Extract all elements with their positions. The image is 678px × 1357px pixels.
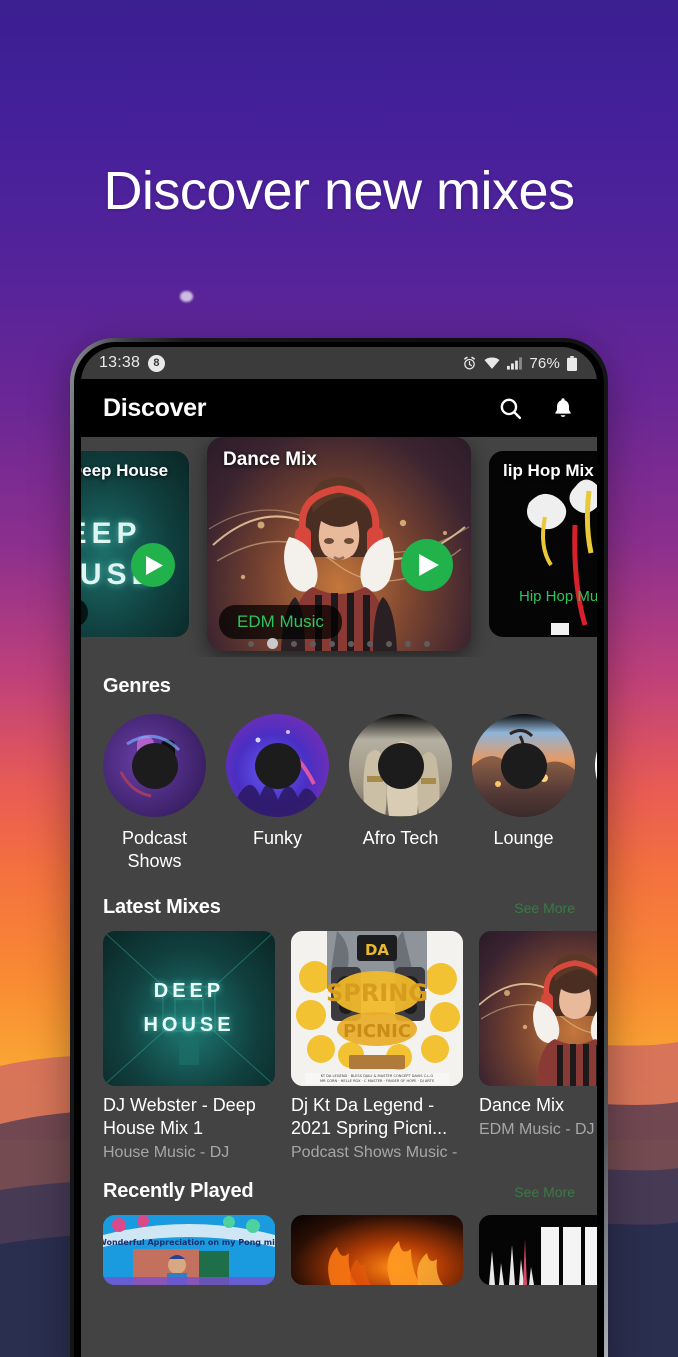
genre-label: Funky (252, 828, 303, 848)
svg-text:SPRING: SPRING (326, 979, 428, 1007)
carousel-card-title: ter - Deep House (81, 461, 169, 480)
genres-list[interactable]: Podcast Shows Funky Afro Tech Lounge (81, 698, 597, 874)
genre-item-partial[interactable] (595, 714, 597, 874)
carousel-card-title: lip Hop Mix 6 (503, 461, 597, 480)
carousel-dot[interactable] (310, 640, 316, 647)
carousel-pagination-dots[interactable] (81, 638, 597, 649)
carousel-dot[interactable] (386, 640, 392, 647)
signal-icon (507, 356, 523, 370)
mix-cover-text: DEEP HOUSE (143, 980, 235, 1037)
mix-card[interactable]: Dance Mix EDM Music - DJ (479, 930, 597, 1162)
latest-mixes-title: Latest Mixes (103, 895, 221, 918)
mix-card[interactable]: DEEP HOUSE DJ Webster - Deep House Mix 1 … (103, 930, 275, 1162)
carousel-dot[interactable] (424, 640, 430, 647)
genre-label: Afro Tech (362, 828, 439, 848)
carousel-dot-active[interactable] (267, 638, 278, 649)
recently-played-card[interactable] (479, 1214, 597, 1285)
wifi-icon (484, 357, 500, 370)
mix-subtitle: House Music - DJ (103, 1143, 230, 1161)
carousel-dot[interactable] (348, 640, 354, 647)
latest-mixes-list[interactable]: DEEP HOUSE DJ Webster - Deep House Mix 1 … (81, 919, 597, 1162)
recently-played-card[interactable] (291, 1214, 463, 1285)
mix-title: DJ Webster - Deep House Mix 1 (103, 1094, 256, 1138)
genre-label: Podcast Shows (121, 828, 188, 872)
battery-icon (567, 355, 577, 371)
status-bar: 13:38 8 76% (81, 347, 597, 379)
mix-card[interactable]: DA SPRING PICNIC KT DA LEGEND · BLESS DJ… (291, 930, 463, 1162)
genre-thumbnail (103, 714, 206, 817)
mix-cover-dance-mix (479, 930, 597, 1086)
decorative-bubble (180, 291, 193, 302)
alarm-icon (462, 356, 477, 371)
app-bar: Discover (81, 379, 597, 437)
genre-thumbnail (349, 714, 452, 817)
app-bar-title: Discover (103, 393, 207, 422)
recently-played-card[interactable]: Wonderful Appreciation on my Pong mix (103, 1214, 275, 1285)
status-bar-left: 13:38 8 (99, 354, 166, 372)
svg-text:KT DA LEGEND · BLESS DJALI & M: KT DA LEGEND · BLESS DJALI & MASTER CONC… (321, 1074, 434, 1078)
phone-bezel: 13:38 8 76% Discover EP USE eep House li… (74, 342, 604, 1357)
recently-played-list[interactable]: Wonderful Appreciation on my Pong mix (81, 1203, 597, 1285)
featured-carousel[interactable]: EEPOUSE ter - Deep House usic (81, 437, 597, 657)
genre-item-funky[interactable]: Funky (226, 714, 329, 874)
genre-item-podcast-shows[interactable]: Podcast Shows (103, 714, 206, 874)
battery-percent: 76% (529, 354, 560, 372)
latest-mixes-section-header: Latest Mixes See More (81, 896, 597, 919)
mix-title: Dance Mix (479, 1094, 565, 1115)
carousel-dot[interactable] (405, 640, 411, 647)
svg-text:DA: DA (365, 941, 389, 959)
svg-text:MR CORN · HELLE ROX · C MASTER: MR CORN · HELLE ROX · C MASTER · FINGER … (320, 1079, 435, 1083)
genre-thumbnail (226, 714, 329, 817)
notification-count-badge: 8 (148, 354, 166, 372)
mix-subtitle: Podcast Shows Music - (291, 1143, 458, 1161)
mix-cover-spring-picnic: DA SPRING PICNIC KT DA LEGEND · BLESS DJ… (291, 930, 463, 1086)
svg-text:Wonderful Appreciation on my P: Wonderful Appreciation on my Pong mix (103, 1238, 275, 1247)
carousel-card-tag: Hip Hop Music (519, 588, 597, 605)
recently-played-see-more-link[interactable]: See More (514, 1184, 575, 1200)
carousel-card-title: Dance Mix (223, 449, 317, 470)
mix-cover-deep-house: DEEP HOUSE (103, 930, 275, 1086)
app-bar-actions (498, 396, 575, 421)
genre-item-lounge[interactable]: Lounge (472, 714, 575, 874)
genre-thumbnail (472, 714, 575, 817)
status-bar-right: 76% (462, 355, 577, 372)
genres-section-header: Genres (81, 675, 597, 698)
latest-mixes-see-more-link[interactable]: See More (514, 900, 575, 916)
recently-played-section-header: Recently Played See More (81, 1180, 597, 1203)
genre-item-afro-tech[interactable]: Afro Tech (349, 714, 452, 874)
genre-thumbnail (595, 714, 597, 817)
genres-title: Genres (103, 675, 171, 697)
page-title: Discover new mixes (103, 161, 575, 221)
bell-icon[interactable] (551, 396, 575, 420)
carousel-dot[interactable] (248, 640, 254, 647)
status-time: 13:38 (99, 354, 141, 371)
carousel-dot[interactable] (329, 640, 335, 647)
phone-screen: 13:38 8 76% Discover EP USE eep House li… (81, 347, 597, 1357)
genre-label: Lounge (493, 828, 554, 848)
mix-title: Dj Kt Da Legend - 2021 Spring Picni... (291, 1094, 448, 1138)
search-icon[interactable] (498, 396, 523, 421)
recently-played-title: Recently Played (103, 1179, 254, 1202)
carousel-dot[interactable] (367, 640, 373, 647)
carousel-dot[interactable] (291, 640, 297, 647)
carousel-card-left[interactable]: EEPOUSE ter - Deep House usic (81, 451, 189, 637)
phone-mockup: 13:38 8 76% Discover EP USE eep House li… (70, 338, 608, 1357)
carousel-card-active[interactable]: Dance Mix EDM Music (207, 437, 471, 651)
carousel-card-tag: EDM Music (219, 605, 342, 639)
play-button[interactable] (131, 543, 175, 587)
carousel-card-right[interactable]: lip Hop Mix 6 Hip Hop Music (489, 451, 597, 637)
svg-text:PICNIC: PICNIC (343, 1021, 411, 1042)
mix-subtitle: EDM Music - DJ (479, 1120, 595, 1138)
play-button[interactable] (401, 539, 453, 591)
